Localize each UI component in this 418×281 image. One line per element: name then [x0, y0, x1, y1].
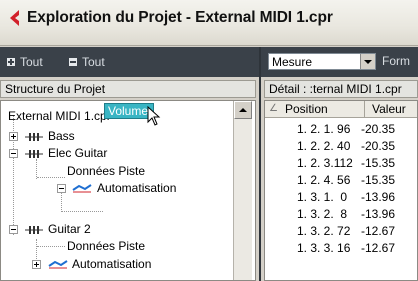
event-position: 1. 3. 2. 8	[297, 207, 348, 221]
tree-item-track-data[interactable]: Données Piste	[67, 238, 145, 255]
table-row[interactable]: 1. 3. 2. 72 -12.67	[265, 223, 417, 240]
event-position: 1. 2. 2. 40	[297, 139, 351, 153]
column-header-position[interactable]: Position	[285, 102, 328, 116]
tree-item-bass[interactable]: Bass	[48, 128, 75, 145]
cubase-logo-icon	[10, 10, 19, 26]
tree-connector	[37, 246, 65, 247]
table-row[interactable]: 1. 3. 3. 16 -12.67	[265, 240, 417, 257]
table-row[interactable]: 1. 2. 2. 40 -20.35	[265, 138, 417, 155]
tree-scrollbar[interactable]	[233, 101, 252, 280]
collapse-toggle[interactable]	[57, 184, 66, 193]
tree-item-guitar-2[interactable]: Guitar 2	[48, 221, 91, 238]
tree-item-project[interactable]: External MIDI 1.cpr	[8, 108, 111, 125]
event-position: 1. 3. 1. 0	[297, 190, 348, 204]
midi-track-icon	[25, 226, 43, 234]
table-row[interactable]: 1. 2. 4. 56 -15.35	[265, 172, 417, 189]
event-position: 1. 2. 1. 96	[297, 122, 351, 136]
expand-all-icon	[7, 58, 15, 66]
table-row[interactable]: 1. 2. 3.112 -15.35	[265, 155, 417, 172]
collapse-all-icon	[69, 58, 77, 66]
tree-connector	[61, 211, 103, 212]
project-tree[interactable]: External MIDI 1.cpr Bass Elec Guitar Don…	[0, 100, 256, 281]
sort-indicator-icon: ∠	[269, 103, 278, 114]
event-value: -20.35	[361, 139, 396, 153]
event-value: -15.35	[361, 173, 396, 187]
event-value: -15.35	[361, 156, 396, 170]
table-row[interactable]: 1. 3. 1. 0 -13.96	[265, 189, 417, 206]
automation-icon	[48, 260, 68, 269]
expand-all-button[interactable]: Tout	[7, 54, 43, 70]
tree-item-track-data[interactable]: Données Piste	[67, 163, 145, 180]
event-position: 1. 3. 3. 16	[297, 241, 351, 255]
collapse-toggle[interactable]	[9, 225, 18, 234]
event-list-header: ∠ Position Valeur	[265, 101, 417, 118]
expand-all-label: Tout	[20, 55, 43, 69]
column-divider[interactable]	[364, 101, 365, 117]
automation-icon	[72, 184, 92, 193]
event-value: -20.35	[361, 122, 396, 136]
detail-header: Détail : :ternal MIDI 1.cpr	[264, 80, 418, 98]
mouse-pointer-icon	[147, 106, 161, 126]
midi-track-icon	[25, 150, 43, 158]
event-value: -13.96	[361, 207, 396, 221]
project-structure-header: Structure du Projet	[0, 80, 256, 98]
table-row[interactable]: 1. 2. 1. 96 -20.35	[265, 121, 417, 138]
tree-item-volume-label: Volume	[108, 104, 149, 118]
tree-item-automation[interactable]: Automatisation	[72, 256, 151, 273]
expand-toggle[interactable]	[9, 132, 18, 141]
expand-toggle[interactable]	[32, 260, 41, 269]
event-value: -12.67	[361, 224, 396, 238]
chevron-down-icon[interactable]	[360, 54, 375, 69]
event-value: -12.67	[361, 241, 396, 255]
tree-connector	[36, 159, 37, 179]
collapse-all-button[interactable]: Tout	[69, 54, 105, 70]
scroll-up-button[interactable]	[234, 101, 252, 119]
collapse-toggle[interactable]	[9, 149, 18, 158]
window-title: Exploration du Projet - External MIDI 1.…	[27, 9, 333, 26]
event-value: -13.96	[361, 190, 396, 204]
midi-track-icon	[25, 133, 43, 141]
event-list[interactable]: ∠ Position Valeur 1. 2. 1. 96 -20.35 1. 2…	[264, 100, 418, 281]
column-header-value[interactable]: Valeur	[372, 102, 406, 116]
table-row[interactable]: 1. 3. 2. 8 -13.96	[265, 206, 417, 223]
event-position: 1. 2. 4. 56	[297, 173, 351, 187]
event-position: 1. 2. 3.112	[297, 156, 353, 170]
title-bar: Exploration du Projet - External MIDI 1.…	[0, 0, 418, 46]
event-position: 1. 3. 2. 72	[297, 224, 351, 238]
panel-splitter[interactable]	[259, 47, 261, 281]
collapse-all-label: Tout	[82, 55, 105, 69]
tree-item-automation[interactable]: Automatisation	[97, 180, 176, 197]
view-select[interactable]: Mesure	[268, 53, 376, 70]
tree-connector	[37, 177, 65, 178]
tree-item-elec-guitar[interactable]: Elec Guitar	[48, 145, 107, 162]
format-label: Form	[382, 54, 410, 68]
view-select-value: Mesure	[272, 55, 313, 69]
